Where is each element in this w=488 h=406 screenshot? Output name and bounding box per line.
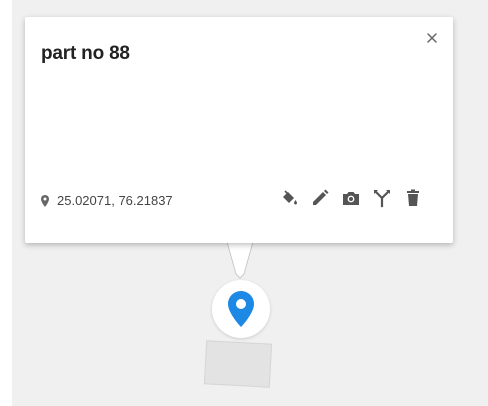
camera-icon: [343, 192, 359, 205]
delete-button[interactable]: [403, 188, 423, 208]
popup-actions: [268, 188, 423, 208]
directions-button[interactable]: [372, 188, 392, 208]
edit-button[interactable]: [310, 188, 330, 208]
map-marker[interactable]: [212, 280, 270, 338]
location-pin-icon: [41, 194, 49, 207]
coordinates-text: 25.02071, 76.21837: [57, 193, 173, 208]
close-button[interactable]: [425, 31, 439, 45]
paint-bucket-icon: [283, 190, 297, 205]
fork-icon: [374, 190, 390, 208]
close-icon: [427, 33, 437, 43]
add-photo-button[interactable]: [341, 188, 361, 208]
map-placeholder-shape: [203, 340, 273, 388]
trash-icon: [407, 189, 419, 206]
popup-tail: [226, 240, 254, 279]
fill-color-button[interactable]: [279, 188, 299, 208]
marker-info-popup: part no 88 25.02071, 76.21837: [25, 17, 453, 243]
pencil-icon: [313, 189, 329, 205]
coordinates-row: 25.02071, 76.21837: [41, 193, 173, 208]
popup-title: part no 88: [41, 43, 130, 64]
map-pin-icon: [228, 291, 254, 327]
